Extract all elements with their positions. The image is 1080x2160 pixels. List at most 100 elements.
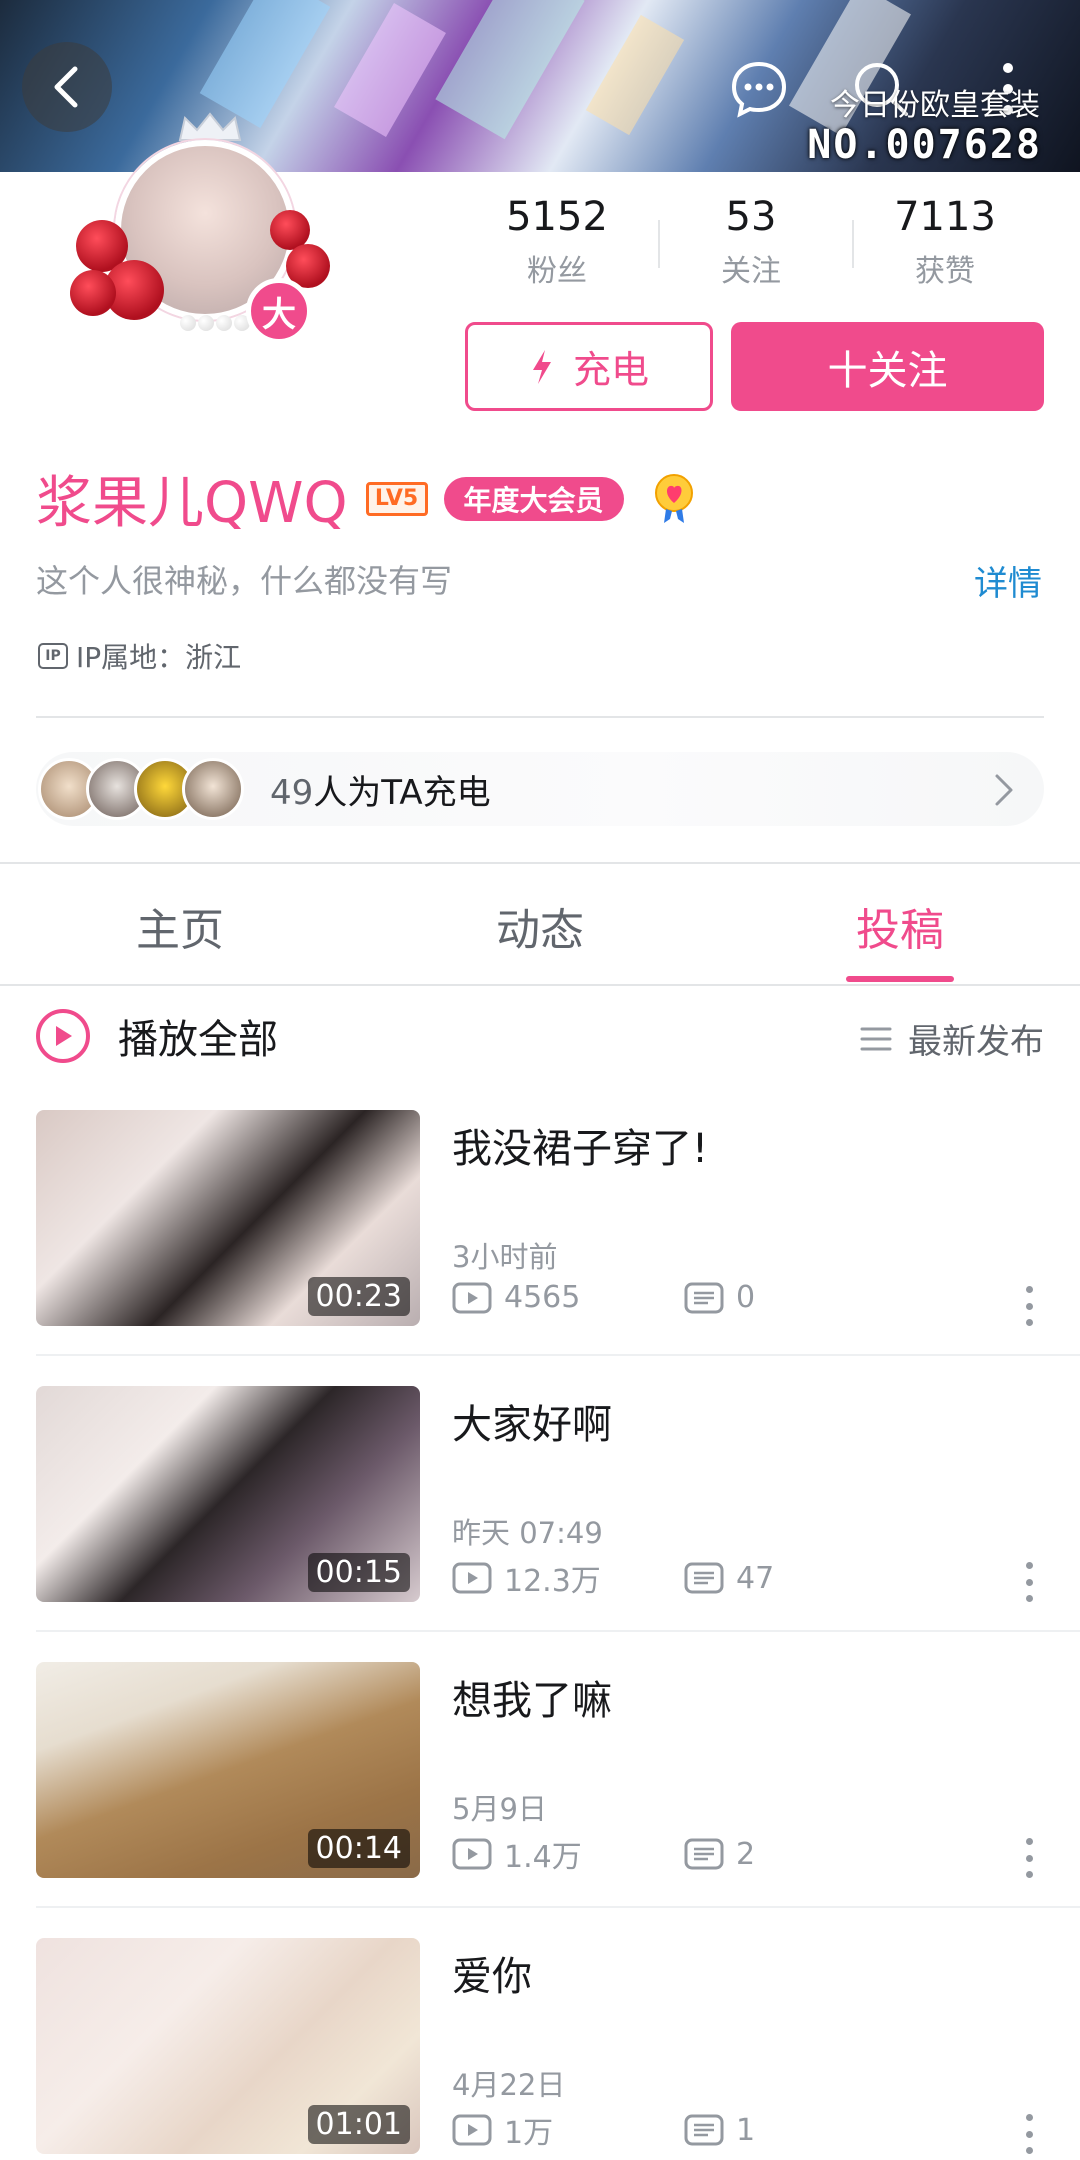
follow-button[interactable]: 十关注 bbox=[731, 322, 1044, 411]
view-count: 1.4万 bbox=[452, 1832, 684, 1876]
tab-uploads[interactable]: 投稿 bbox=[720, 864, 1080, 984]
medal-icon[interactable] bbox=[650, 473, 698, 525]
charge-count-label: 人为TA充电 bbox=[313, 772, 491, 813]
level-badge[interactable]: LV5 bbox=[365, 481, 428, 516]
comment-count: 1 bbox=[684, 2113, 755, 2148]
divider bbox=[36, 1906, 1080, 1908]
chevron-right-icon bbox=[995, 774, 1013, 806]
video-list-item[interactable]: 00:14 想我了嘛 5月9日 1.4万 2 bbox=[36, 1662, 1044, 1880]
video-title[interactable]: 大家好啊 bbox=[452, 1392, 612, 1450]
video-list-item[interactable]: 01:01 爱你 4月22日 1万 1 bbox=[36, 1938, 1044, 2156]
charge-button-label: 充电 bbox=[572, 348, 649, 392]
stat-label: 关注 bbox=[721, 254, 781, 289]
stat-following[interactable]: 53 关注 bbox=[654, 194, 848, 290]
comment-icon bbox=[684, 1562, 724, 1594]
comment-count-value: 47 bbox=[736, 1560, 775, 1596]
stat-fans[interactable]: 5152 粉丝 bbox=[460, 194, 654, 290]
tab-home[interactable]: 主页 bbox=[0, 864, 360, 984]
video-meta: 12.3万 47 bbox=[452, 1556, 774, 1600]
username: 浆果儿QWQ bbox=[36, 471, 348, 536]
banner-art bbox=[435, 0, 585, 140]
view-count-value: 4565 bbox=[504, 1280, 581, 1315]
view-count-value: 12.3万 bbox=[504, 1564, 601, 1599]
play-circle-icon[interactable] bbox=[36, 1009, 90, 1063]
stat-likes[interactable]: 7113 获赞 bbox=[848, 194, 1042, 290]
video-meta: 4565 0 bbox=[452, 1280, 755, 1315]
video-title[interactable]: 想我了嘛 bbox=[452, 1668, 612, 1726]
video-thumbnail[interactable]: 01:01 bbox=[36, 1938, 420, 2154]
more-options-button[interactable] bbox=[1014, 1562, 1044, 1602]
stat-value: 5152 bbox=[506, 194, 608, 240]
view-count: 4565 bbox=[452, 1280, 684, 1315]
list-icon bbox=[860, 1027, 892, 1050]
active-tab-indicator bbox=[846, 976, 954, 982]
profile-tabs: 主页 动态 投稿 bbox=[0, 864, 1080, 984]
stat-value: 7113 bbox=[894, 194, 996, 240]
comment-count: 0 bbox=[684, 1280, 755, 1315]
video-thumbnail[interactable]: 00:14 bbox=[36, 1662, 420, 1878]
video-date: 3小时前 bbox=[452, 1240, 558, 1274]
vip-tag[interactable]: 年度大会员 bbox=[443, 476, 624, 521]
video-date: 5月9日 bbox=[452, 1792, 547, 1826]
detail-link[interactable]: 详情 bbox=[974, 556, 1042, 605]
banner-art bbox=[585, 14, 685, 136]
video-date: 4月22日 bbox=[452, 2068, 566, 2102]
profile-stats: 5152 粉丝 53 关注 7113 获赞 bbox=[460, 194, 1060, 290]
video-title[interactable]: 我没裙子穿了! bbox=[452, 1116, 708, 1174]
chevron-left-icon bbox=[54, 66, 78, 108]
video-list-item[interactable]: 00:15 大家好啊 昨天 07:49 12.3万 47 bbox=[36, 1386, 1044, 1604]
comment-count: 2 bbox=[684, 1837, 755, 1872]
supporter-avatar bbox=[182, 758, 244, 820]
charge-count: 49 bbox=[270, 772, 314, 813]
video-list-item[interactable]: 00:23 我没裙子穿了! 3小时前 4565 0 bbox=[36, 1110, 1044, 1328]
video-duration: 00:15 bbox=[307, 1553, 410, 1592]
decoration-suit-number: NO.007628 bbox=[807, 122, 1042, 168]
play-all-button[interactable]: 播放全部 bbox=[118, 1007, 278, 1065]
charge-supporters-bar[interactable]: 49人为TA充电 bbox=[36, 752, 1044, 826]
ip-location-text: IP属地：浙江 bbox=[76, 641, 242, 674]
comment-icon bbox=[684, 1282, 724, 1313]
divider bbox=[36, 716, 1044, 718]
view-count-value: 1万 bbox=[504, 2116, 554, 2151]
video-title[interactable]: 爱你 bbox=[452, 1944, 532, 2002]
view-count: 12.3万 bbox=[452, 1556, 684, 1600]
more-options-button[interactable] bbox=[1014, 1838, 1044, 1878]
divider bbox=[36, 1354, 1080, 1356]
crown-icon bbox=[178, 112, 242, 141]
video-thumbnail[interactable]: 00:15 bbox=[36, 1386, 420, 1602]
vip-badge-icon: 大 bbox=[246, 278, 312, 344]
play-count-icon bbox=[452, 2114, 492, 2146]
video-meta: 1万 1 bbox=[452, 2108, 755, 2152]
rose-decoration bbox=[70, 270, 116, 316]
charge-button[interactable]: 充电 bbox=[465, 322, 713, 411]
comment-icon bbox=[684, 1838, 724, 1870]
decoration-suit-name[interactable]: 今日份欧皇套装 bbox=[830, 80, 1040, 124]
ip-location-row: IP IP属地：浙江 bbox=[38, 636, 241, 676]
ip-icon: IP bbox=[38, 643, 68, 669]
comment-count-value: 2 bbox=[736, 1836, 756, 1872]
video-date: 昨天 07:49 bbox=[452, 1516, 603, 1550]
banner-art bbox=[199, 0, 331, 129]
avatar-frame[interactable]: 大 bbox=[70, 110, 330, 360]
more-options-button[interactable] bbox=[1014, 1286, 1044, 1326]
follow-button-label: 十关注 bbox=[827, 347, 948, 394]
video-duration: 00:23 bbox=[307, 1277, 410, 1316]
video-duration: 01:01 bbox=[307, 2105, 410, 2144]
comment-count: 47 bbox=[684, 1561, 774, 1596]
message-button[interactable] bbox=[724, 54, 794, 124]
name-row: 浆果儿QWQ LV5 年度大会员 bbox=[36, 458, 698, 539]
tab-dynamics[interactable]: 动态 bbox=[360, 864, 720, 984]
more-options-button[interactable] bbox=[1014, 2114, 1044, 2154]
video-thumbnail[interactable]: 00:23 bbox=[36, 1110, 420, 1326]
chat-bubble-icon bbox=[731, 61, 787, 118]
view-count-value: 1.4万 bbox=[504, 1840, 582, 1875]
sort-button[interactable]: 最新发布 bbox=[860, 1014, 1044, 1063]
play-all-row: 播放全部 最新发布 bbox=[36, 1006, 1044, 1066]
lightning-icon bbox=[532, 349, 551, 384]
video-duration: 00:14 bbox=[307, 1829, 410, 1868]
stat-value: 53 bbox=[725, 194, 777, 240]
supporter-avatars bbox=[38, 758, 244, 820]
comment-count-value: 0 bbox=[736, 1280, 756, 1315]
sort-label: 最新发布 bbox=[908, 1022, 1044, 1062]
video-meta: 1.4万 2 bbox=[452, 1832, 755, 1876]
